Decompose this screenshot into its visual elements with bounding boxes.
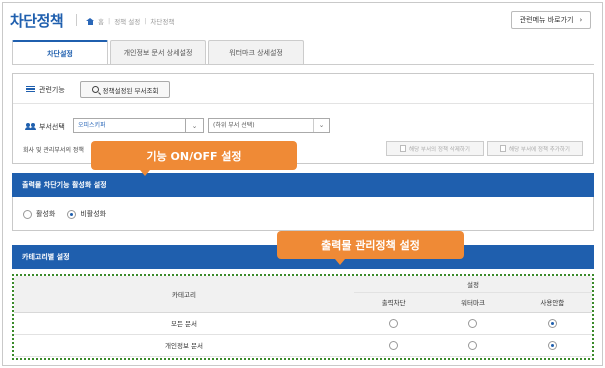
page-header: 차단정책 홈 | 정책 설정 | 차단정책 관련메뉴 바로가기 › [10, 8, 595, 32]
cell-watermark [433, 334, 513, 357]
breadcrumb-block-policy[interactable]: 차단정책 [150, 16, 174, 26]
tab-block-settings[interactable]: 차단설정 [12, 40, 108, 65]
page-title: 차단정책 [10, 12, 64, 30]
home-icon[interactable] [86, 17, 94, 25]
sub-dept-select-value: (하위 부서 선택) [213, 122, 255, 129]
radio-watermark[interactable] [468, 340, 478, 350]
breadcrumb-separator: | [107, 17, 111, 25]
radio-enable-label[interactable]: 활성화 [36, 209, 55, 219]
breadcrumb-home[interactable]: 홈 [98, 16, 104, 26]
delete-dept-policy-button[interactable]: 해당 부서의 정책 삭제하기 [386, 141, 484, 156]
cell-not-used [512, 334, 592, 357]
policy-dept-lookup-button[interactable]: 정책설정된 부서조회 [80, 81, 170, 98]
callout-output-policy: 출력물 관리정책 설정 [277, 231, 464, 259]
chevron-down-icon: ⌄ [191, 121, 198, 130]
dept-select-label: 부서선택 [39, 123, 65, 131]
radio-not-used[interactable] [547, 340, 557, 350]
category-name: 개인정보 문서 [14, 334, 354, 357]
category-column-header: 카테고리 [14, 276, 354, 313]
callout-arrow [140, 170, 150, 176]
tab-underline [12, 64, 594, 65]
document-icon [400, 145, 407, 152]
table-row: 개인정보 문서 [14, 334, 592, 357]
radio-disable[interactable] [67, 209, 77, 219]
chevron-down-icon: ⌄ [313, 119, 329, 132]
tab-bar: 차단설정 개인정보 문서 상세설정 워터마크 상세설정 [12, 40, 304, 65]
tab-personal-info-doc-settings[interactable]: 개인정보 문서 상세설정 [110, 40, 206, 64]
add-dept-policy-button[interactable]: 해당 부서에 정책 추가하기 [487, 141, 583, 156]
callout-feature-toggle: 기능 ON/OFF 설정 [91, 141, 297, 170]
cell-not-used [512, 312, 592, 335]
breadcrumb: 홈 | 정책 설정 | 차단정책 [86, 16, 174, 26]
chevron-right-icon: › [579, 16, 583, 24]
radio-enable[interactable] [23, 209, 32, 219]
radio-not-used[interactable] [547, 318, 557, 328]
dept-input[interactable]: 오피스키퍼 [73, 118, 186, 133]
column-header-not-used: 사용안함 [512, 292, 592, 313]
radio-output-block[interactable] [389, 318, 399, 328]
output-block-section-header: 출력물 차단기능 활성화 설정 [12, 173, 594, 197]
table-row: 모든 문서 [14, 312, 592, 335]
related-functions-row: 관련기능 정책설정된 부서조회 [13, 74, 593, 104]
policy-dept-lookup-label: 정책설정된 부서조회 [102, 86, 159, 95]
cell-output-block [354, 334, 434, 357]
column-header-output-block: 출력차단 [354, 292, 434, 313]
policy-info-text: 회사 및 관리부서의 정책 [23, 147, 84, 154]
radio-disable-label[interactable]: 비활성화 [80, 209, 106, 219]
search-icon [91, 86, 99, 93]
output-block-options: 활성화 비활성화 [12, 197, 594, 231]
menu-icon [26, 86, 35, 92]
breadcrumb-separator: | [144, 17, 147, 25]
category-settings-table-wrapper: 카테고리 설정 출력차단 워터마크 사용안함 모든 문서 개인정보 문서 [12, 274, 594, 360]
delete-dept-policy-label: 해당 부서의 정책 삭제하기 [409, 146, 470, 153]
output-radio-group: 활성화 비활성화 [23, 209, 106, 219]
users-icon [25, 123, 36, 130]
category-name: 모든 문서 [14, 312, 354, 335]
add-dept-policy-label: 해당 부서에 정책 추가하기 [509, 146, 570, 153]
category-settings-table: 카테고리 설정 출력차단 워터마크 사용안함 모든 문서 개인정보 문서 [14, 276, 592, 357]
cell-output-block [354, 312, 434, 335]
related-menu-button[interactable]: 관련메뉴 바로가기 › [511, 11, 591, 29]
document-icon [500, 145, 507, 152]
settings-group-header: 설정 [354, 276, 592, 293]
related-functions-label: 관련기능 [39, 86, 65, 94]
breadcrumb-policy-settings[interactable]: 정책 설정 [114, 16, 140, 26]
callout-arrow [335, 259, 345, 265]
title-divider [76, 14, 77, 26]
sub-dept-select[interactable]: (하위 부서 선택) ⌄ [208, 118, 330, 133]
cell-watermark [433, 312, 513, 335]
dept-dropdown-button[interactable]: ⌄ [186, 118, 204, 133]
tab-watermark-settings[interactable]: 워터마크 상세설정 [208, 40, 304, 64]
column-header-watermark: 워터마크 [433, 292, 513, 313]
radio-output-block[interactable] [389, 340, 399, 350]
related-menu-label: 관련메뉴 바로가기 [519, 16, 574, 24]
radio-watermark[interactable] [468, 318, 478, 328]
